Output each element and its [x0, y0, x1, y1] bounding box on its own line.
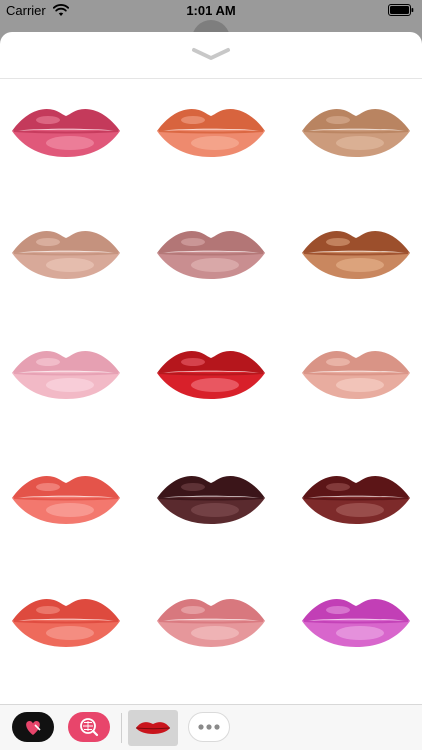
sticker-lips-dusty-mauve[interactable]	[155, 222, 267, 284]
sticker-lips-bronze-brown[interactable]	[300, 222, 412, 284]
lips-icon	[157, 350, 265, 399]
sticker-lips-baby-pink[interactable]	[10, 342, 122, 404]
sticker-lips-burgundy[interactable]	[300, 467, 412, 529]
lips-icon	[302, 350, 410, 399]
sticker-grid	[0, 79, 422, 704]
more-icon[interactable]	[188, 712, 230, 742]
sticker-lips-peach-nude[interactable]	[300, 342, 412, 404]
lips-icon	[12, 230, 120, 279]
lips-icon	[302, 475, 410, 524]
lips-icon	[157, 475, 265, 524]
app-lips-sticker-icon[interactable]	[128, 710, 178, 746]
lips-icon	[302, 108, 410, 157]
lips-icon	[12, 350, 120, 399]
battery-icon	[388, 4, 414, 16]
lips-icon	[157, 598, 265, 647]
lips-icon	[302, 598, 410, 647]
sticker-lips-magenta-pink[interactable]	[10, 100, 122, 162]
sticker-lips-tomato-red[interactable]	[10, 590, 122, 652]
app-heart-icon[interactable]	[12, 712, 54, 742]
app-tray	[0, 704, 422, 750]
lips-icon	[157, 108, 265, 157]
lips-icon	[12, 475, 120, 524]
sticker-lips-orchid-purple[interactable]	[300, 590, 412, 652]
lips-icon	[302, 230, 410, 279]
lips-icon	[12, 598, 120, 647]
lips-icon	[12, 108, 120, 157]
app-search-store-icon[interactable]	[68, 712, 110, 742]
collapse-chevron-icon[interactable]	[191, 47, 231, 61]
sticker-sheet	[0, 32, 422, 750]
status-bar: Carrier 1:01 AM	[0, 0, 422, 22]
status-time: 1:01 AM	[186, 3, 236, 18]
sticker-lips-rose-pink[interactable]	[155, 590, 267, 652]
sticker-lips-salmon-coral[interactable]	[10, 467, 122, 529]
sticker-lips-classic-red[interactable]	[155, 342, 267, 404]
sticker-lips-soft-nude[interactable]	[10, 222, 122, 284]
sticker-lips-coral-orange[interactable]	[155, 100, 267, 162]
sticker-lips-dark-plum[interactable]	[155, 467, 267, 529]
sticker-lips-tan-nude[interactable]	[300, 100, 412, 162]
lips-icon	[157, 230, 265, 279]
tray-separator	[121, 713, 122, 743]
